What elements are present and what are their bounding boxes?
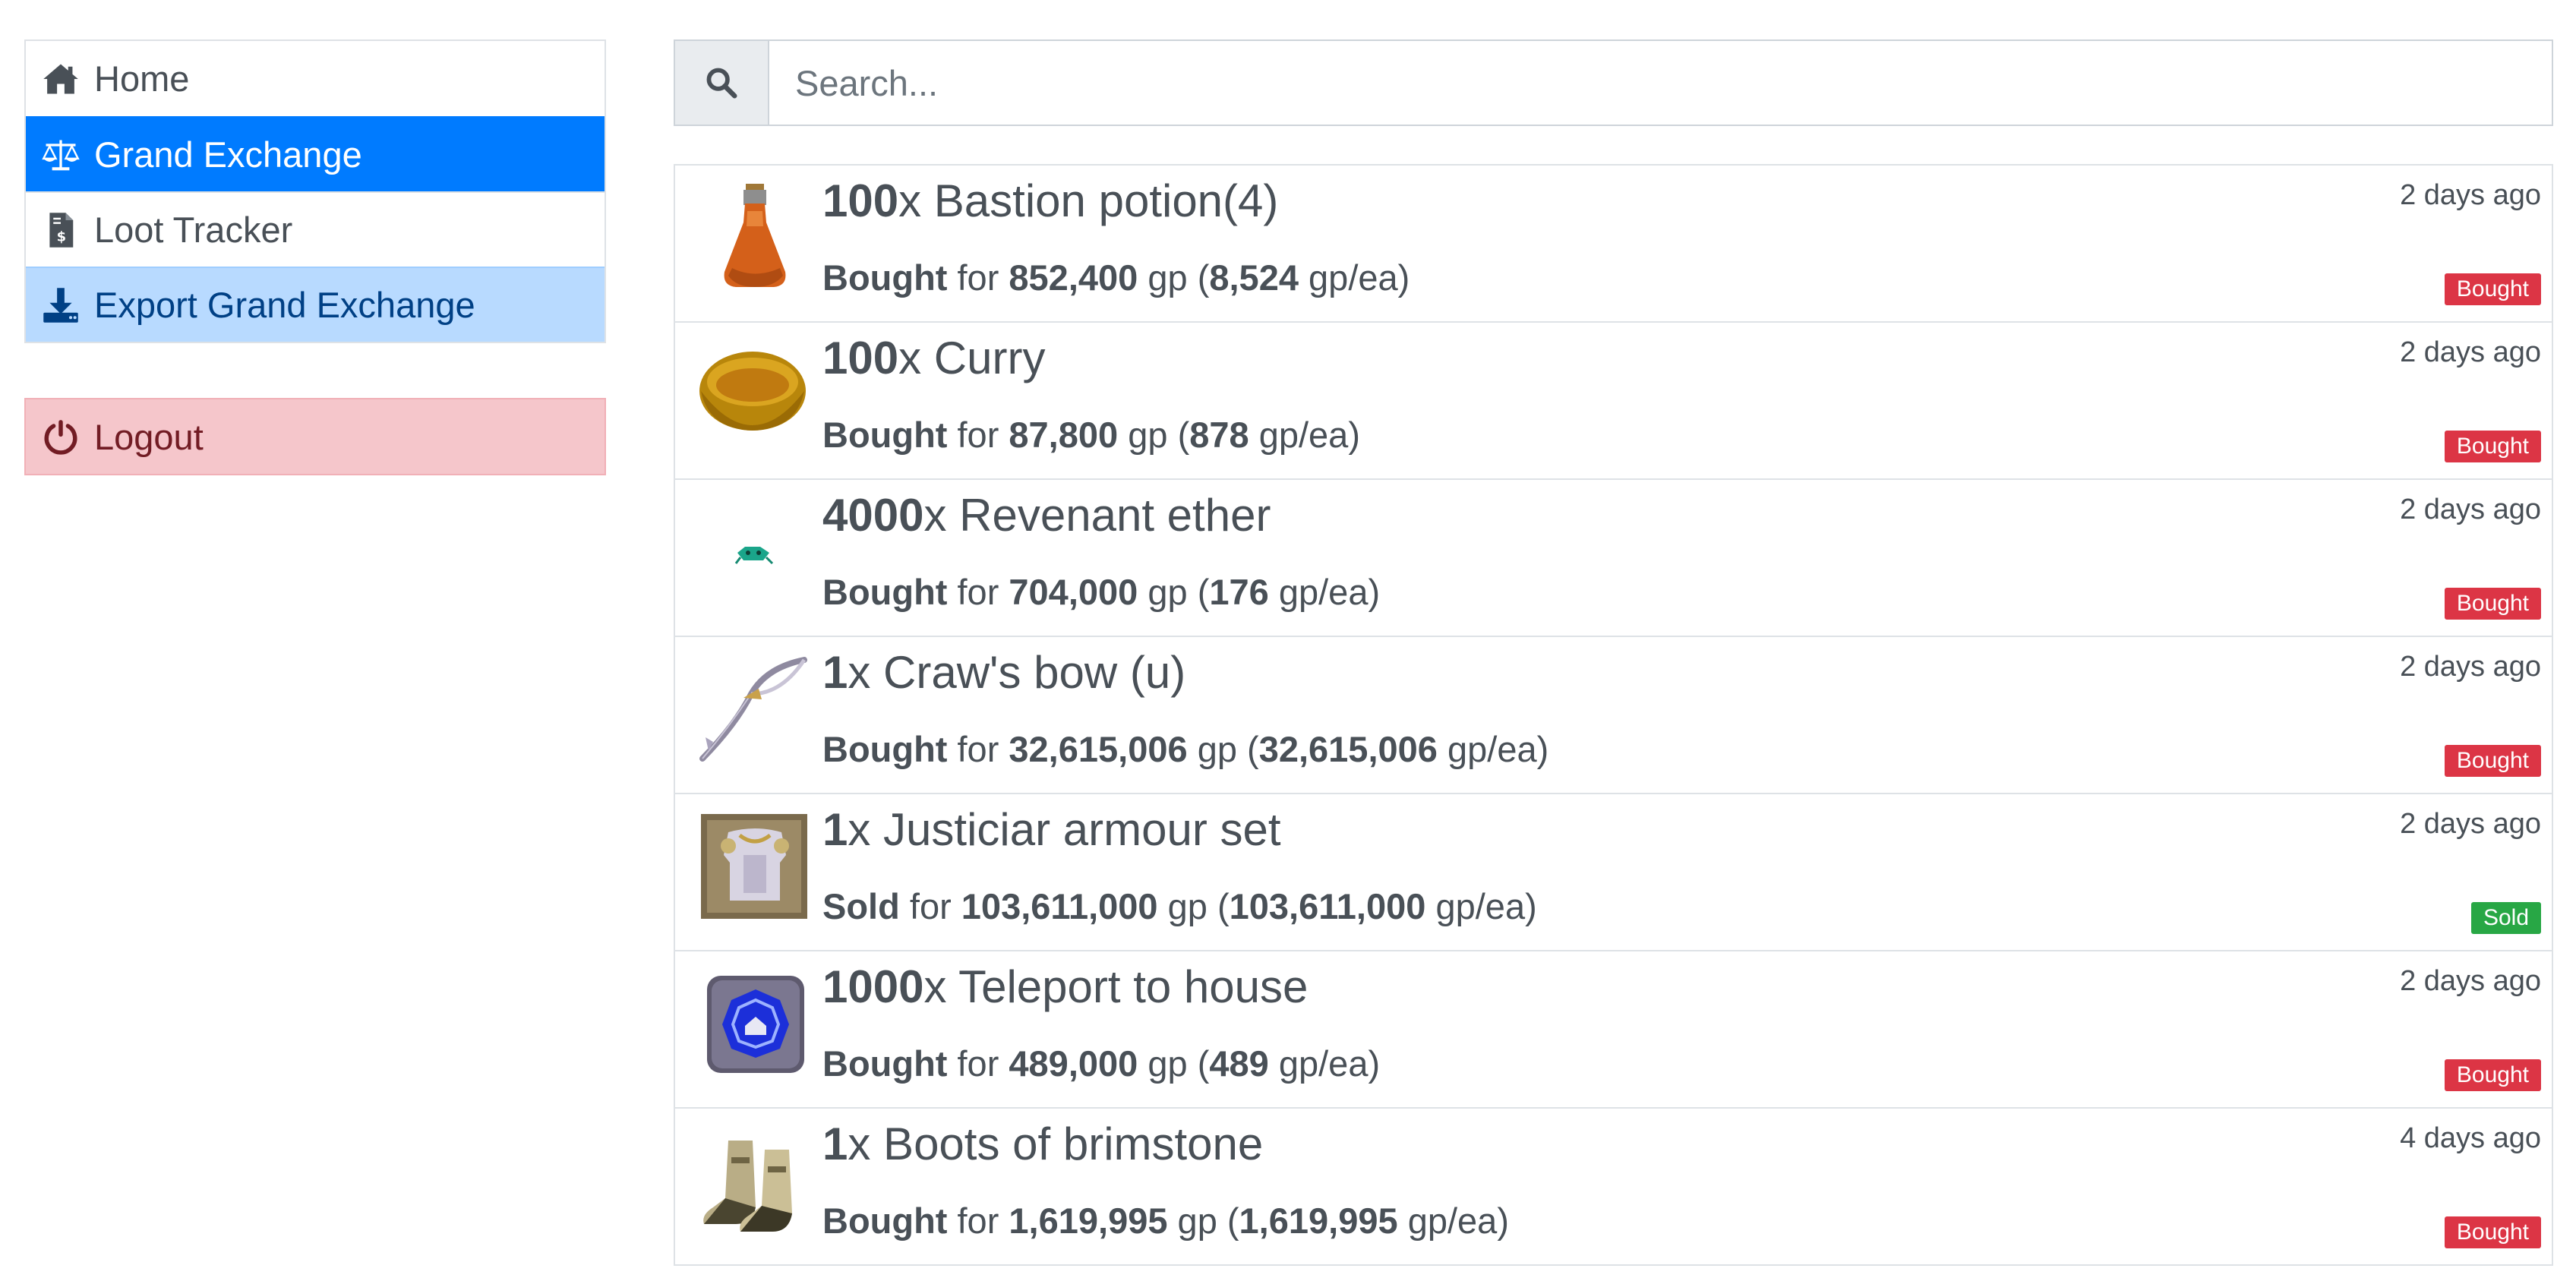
logout-button[interactable]: Logout	[24, 398, 606, 475]
craws-bow-icon	[698, 652, 812, 766]
boots-of-brimstone-icon	[698, 1124, 812, 1238]
transaction-detail: Bought for 87,800 gp (878 gp/ea)	[822, 415, 1360, 455]
transaction-title: 4000x Revenant ether	[822, 490, 1271, 541]
transaction-detail: Bought for 852,400 gp (8,524 gp/ea)	[822, 257, 1410, 298]
transaction-title: 1x Craw's bow (u)	[822, 647, 1186, 698]
revenant-ether-icon	[698, 495, 812, 609]
curry-bowl-icon	[698, 338, 812, 452]
transaction-time: 2 days ago	[2400, 494, 2541, 525]
transaction-row[interactable]: 4000x Revenant ether Bought for 704,000 …	[674, 480, 2553, 637]
search-button[interactable]	[675, 41, 769, 125]
sidebar: Home Grand Exchange $ Loot Tracker Expor…	[24, 39, 606, 475]
transaction-row[interactable]: 1x Craw's bow (u) Bought for 32,615,006 …	[674, 637, 2553, 794]
transaction-list: 100x Bastion potion(4) Bought for 852,40…	[674, 164, 2553, 1266]
transaction-detail: Bought for 704,000 gp (176 gp/ea)	[822, 572, 1381, 612]
transaction-title: 100x Curry	[822, 333, 1046, 383]
sidebar-item-grand-exchange[interactable]: Grand Exchange	[26, 116, 605, 191]
transaction-title: 100x Bastion potion(4)	[822, 175, 1279, 226]
status-badge: Bought	[2444, 1216, 2541, 1248]
transaction-row[interactable]: 100x Curry Bought for 87,800 gp (878 gp/…	[674, 323, 2553, 480]
home-icon	[39, 58, 82, 100]
transaction-detail: Sold for 103,611,000 gp (103,611,000 gp/…	[822, 886, 1537, 926]
transaction-time: 2 days ago	[2400, 179, 2541, 211]
transaction-detail: Bought for 489,000 gp (489 gp/ea)	[822, 1043, 1381, 1084]
sidebar-item-label: Export Grand Exchange	[94, 285, 475, 325]
sidebar-item-label: Loot Tracker	[94, 210, 293, 250]
transaction-time: 2 days ago	[2400, 336, 2541, 368]
search-icon	[706, 68, 737, 99]
balance-scale-icon	[39, 134, 82, 176]
transaction-time: 4 days ago	[2400, 1122, 2541, 1154]
file-invoice-dollar-icon: $	[39, 209, 82, 251]
main-content: 100x Bastion potion(4) Bought for 852,40…	[674, 39, 2553, 1266]
transaction-detail: Bought for 1,619,995 gp (1,619,995 gp/ea…	[822, 1201, 1509, 1241]
logout-label: Logout	[94, 416, 204, 457]
search-bar	[674, 39, 2553, 126]
sidebar-nav: Home Grand Exchange $ Loot Tracker Expor…	[24, 39, 606, 343]
sidebar-item-loot-tracker[interactable]: $ Loot Tracker	[26, 191, 605, 267]
transaction-row[interactable]: 1x Boots of brimstone Bought for 1,619,9…	[674, 1109, 2553, 1266]
status-badge: Sold	[2470, 902, 2541, 934]
transaction-detail: Bought for 32,615,006 gp (32,615,006 gp/…	[822, 729, 1549, 769]
sidebar-item-export-grand-exchange[interactable]: Export Grand Exchange	[26, 267, 605, 342]
status-badge: Bought	[2444, 273, 2541, 305]
status-badge: Bought	[2444, 1059, 2541, 1091]
bastion-potion-icon	[698, 181, 812, 295]
download-icon	[39, 284, 82, 327]
sidebar-item-label: Home	[94, 58, 190, 99]
transaction-title: 1x Justiciar armour set	[822, 804, 1281, 855]
transaction-row[interactable]: 100x Bastion potion(4) Bought for 852,40…	[674, 166, 2553, 323]
teleport-tablet-icon	[698, 967, 812, 1081]
svg-text:$: $	[57, 229, 66, 245]
transaction-time: 2 days ago	[2400, 651, 2541, 683]
transaction-time: 2 days ago	[2400, 808, 2541, 840]
status-badge: Bought	[2444, 745, 2541, 777]
transaction-title: 1000x Teleport to house	[822, 961, 1309, 1012]
status-badge: Bought	[2444, 588, 2541, 620]
transaction-time: 2 days ago	[2400, 965, 2541, 997]
status-badge: Bought	[2444, 431, 2541, 462]
transaction-row[interactable]: 1000x Teleport to house Bought for 489,0…	[674, 951, 2553, 1109]
sidebar-item-home[interactable]: Home	[26, 41, 605, 116]
power-off-icon	[39, 415, 82, 458]
justiciar-armour-set-icon	[698, 809, 812, 923]
sidebar-item-label: Grand Exchange	[94, 134, 362, 175]
transaction-row[interactable]: 1x Justiciar armour set Sold for 103,611…	[674, 794, 2553, 951]
transaction-title: 1x Boots of brimstone	[822, 1119, 1264, 1169]
search-input[interactable]	[769, 41, 2552, 125]
